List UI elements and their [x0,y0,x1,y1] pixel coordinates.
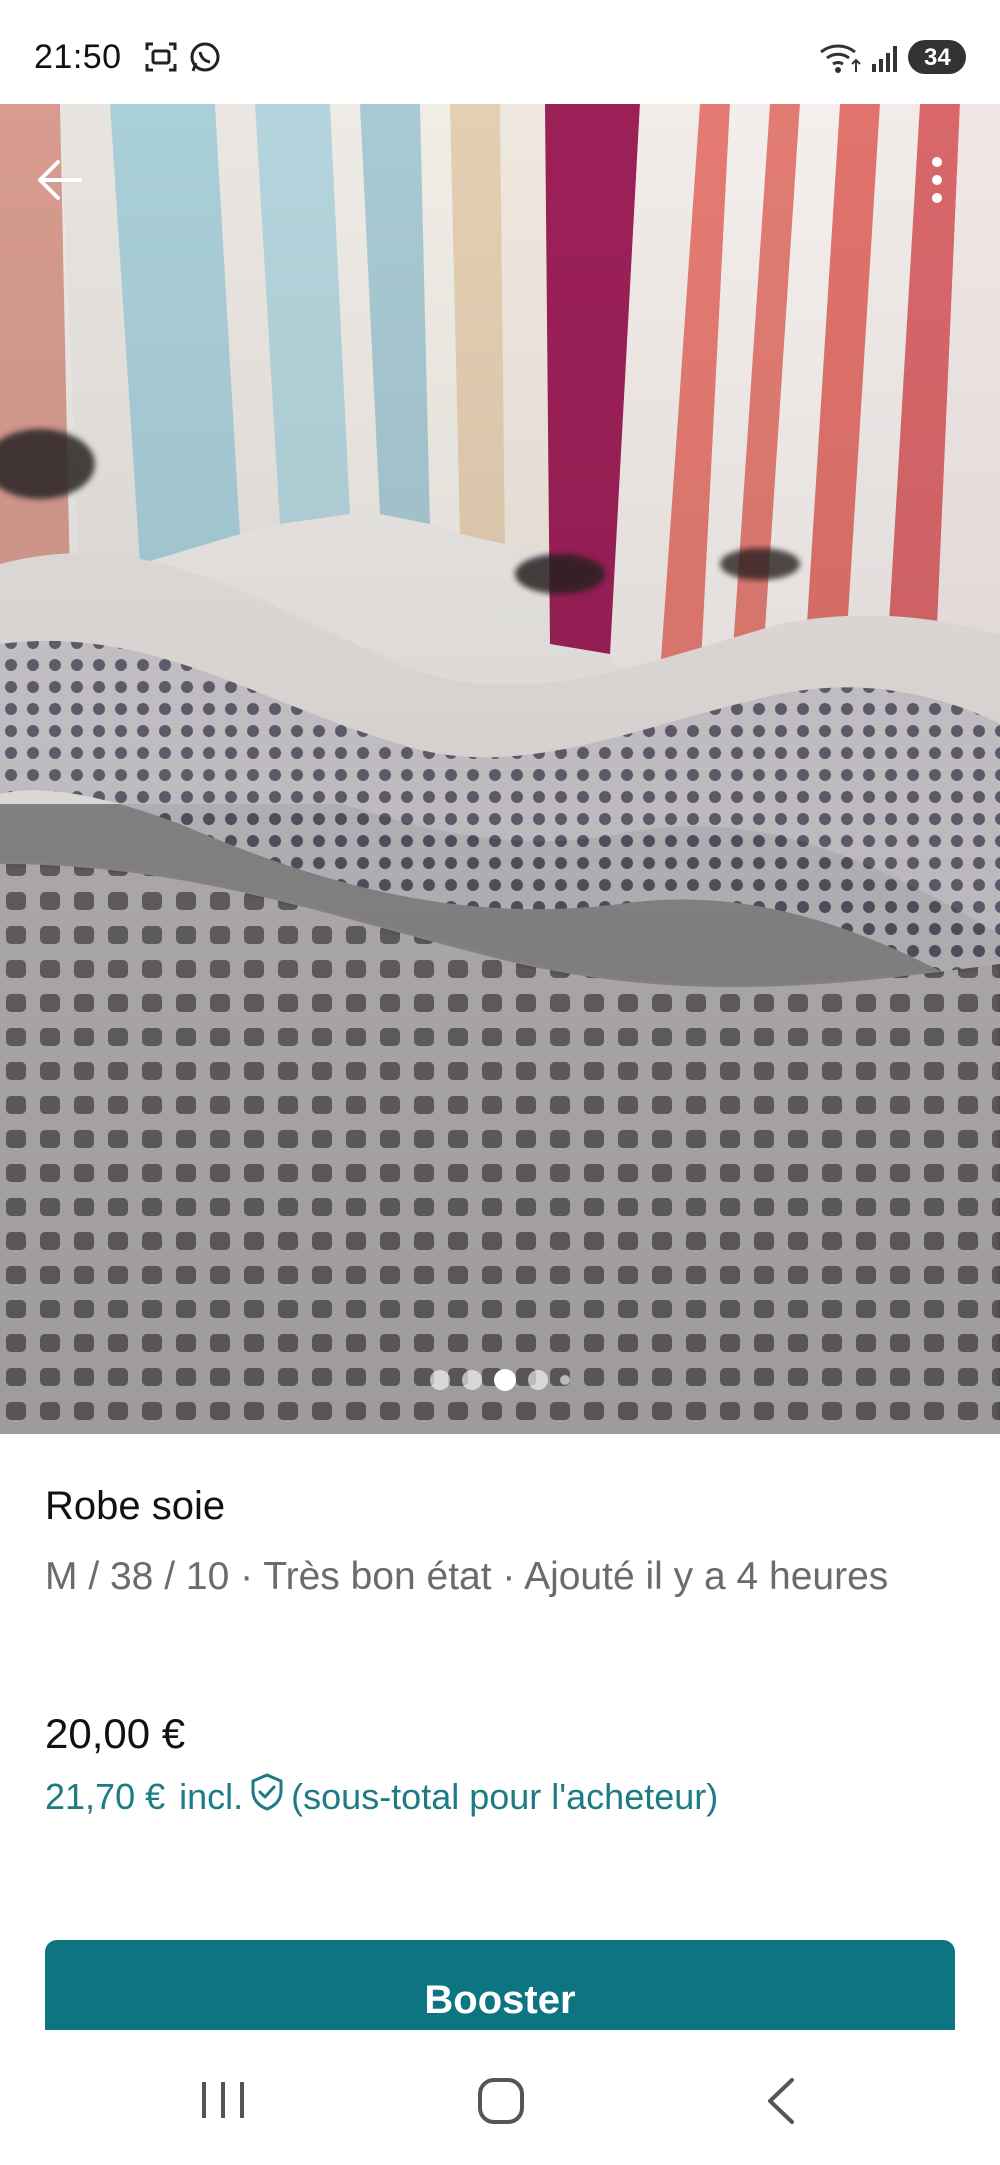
carousel-dot[interactable] [528,1370,548,1390]
carousel-dot[interactable] [462,1370,482,1390]
battery-level: 34 [924,44,951,71]
item-title: Robe soie [45,1484,226,1528]
buyer-incl-label: incl. [179,1775,244,1817]
signal-icon [870,44,900,79]
back-button[interactable] [30,148,94,212]
system-back-button[interactable] [762,2076,802,2131]
carousel-dot[interactable] [560,1375,570,1385]
status-bar: 21:50 34 [0,0,1000,104]
item-meta: M / 38 / 10 · Très bon état · Ajouté il … [45,1555,889,1598]
buyer-price-row[interactable]: 21,70 € incl. (sous-total pour l'acheteu… [45,1772,718,1821]
system-nav-bar [0,2030,1000,2165]
buyer-price: 21,70 € [45,1775,166,1817]
buyer-protection-icon[interactable] [249,1772,285,1821]
carousel-dot-active[interactable] [494,1369,516,1391]
home-button[interactable] [476,2076,526,2131]
more-options-button[interactable] [910,148,964,212]
recent-apps-button[interactable] [196,2078,250,2127]
product-photo[interactable] [0,104,1000,1434]
home-icon [478,2078,524,2124]
wifi-icon [818,42,862,79]
status-time: 21:50 [34,38,122,76]
chevron-left-icon [768,2078,794,2124]
buyer-subtotal-note: (sous-total pour l'acheteur) [291,1775,719,1817]
whatsapp-icon [188,40,222,79]
more-vertical-icon [932,157,942,203]
screen-record-icon [144,40,178,79]
arrow-left-icon [38,160,82,200]
photo-image [0,104,1000,1434]
carousel-indicator [0,1368,1000,1392]
recent-apps-icon [202,2082,244,2118]
item-price: 20,00 € [45,1710,186,1757]
carousel-dot[interactable] [430,1370,450,1390]
